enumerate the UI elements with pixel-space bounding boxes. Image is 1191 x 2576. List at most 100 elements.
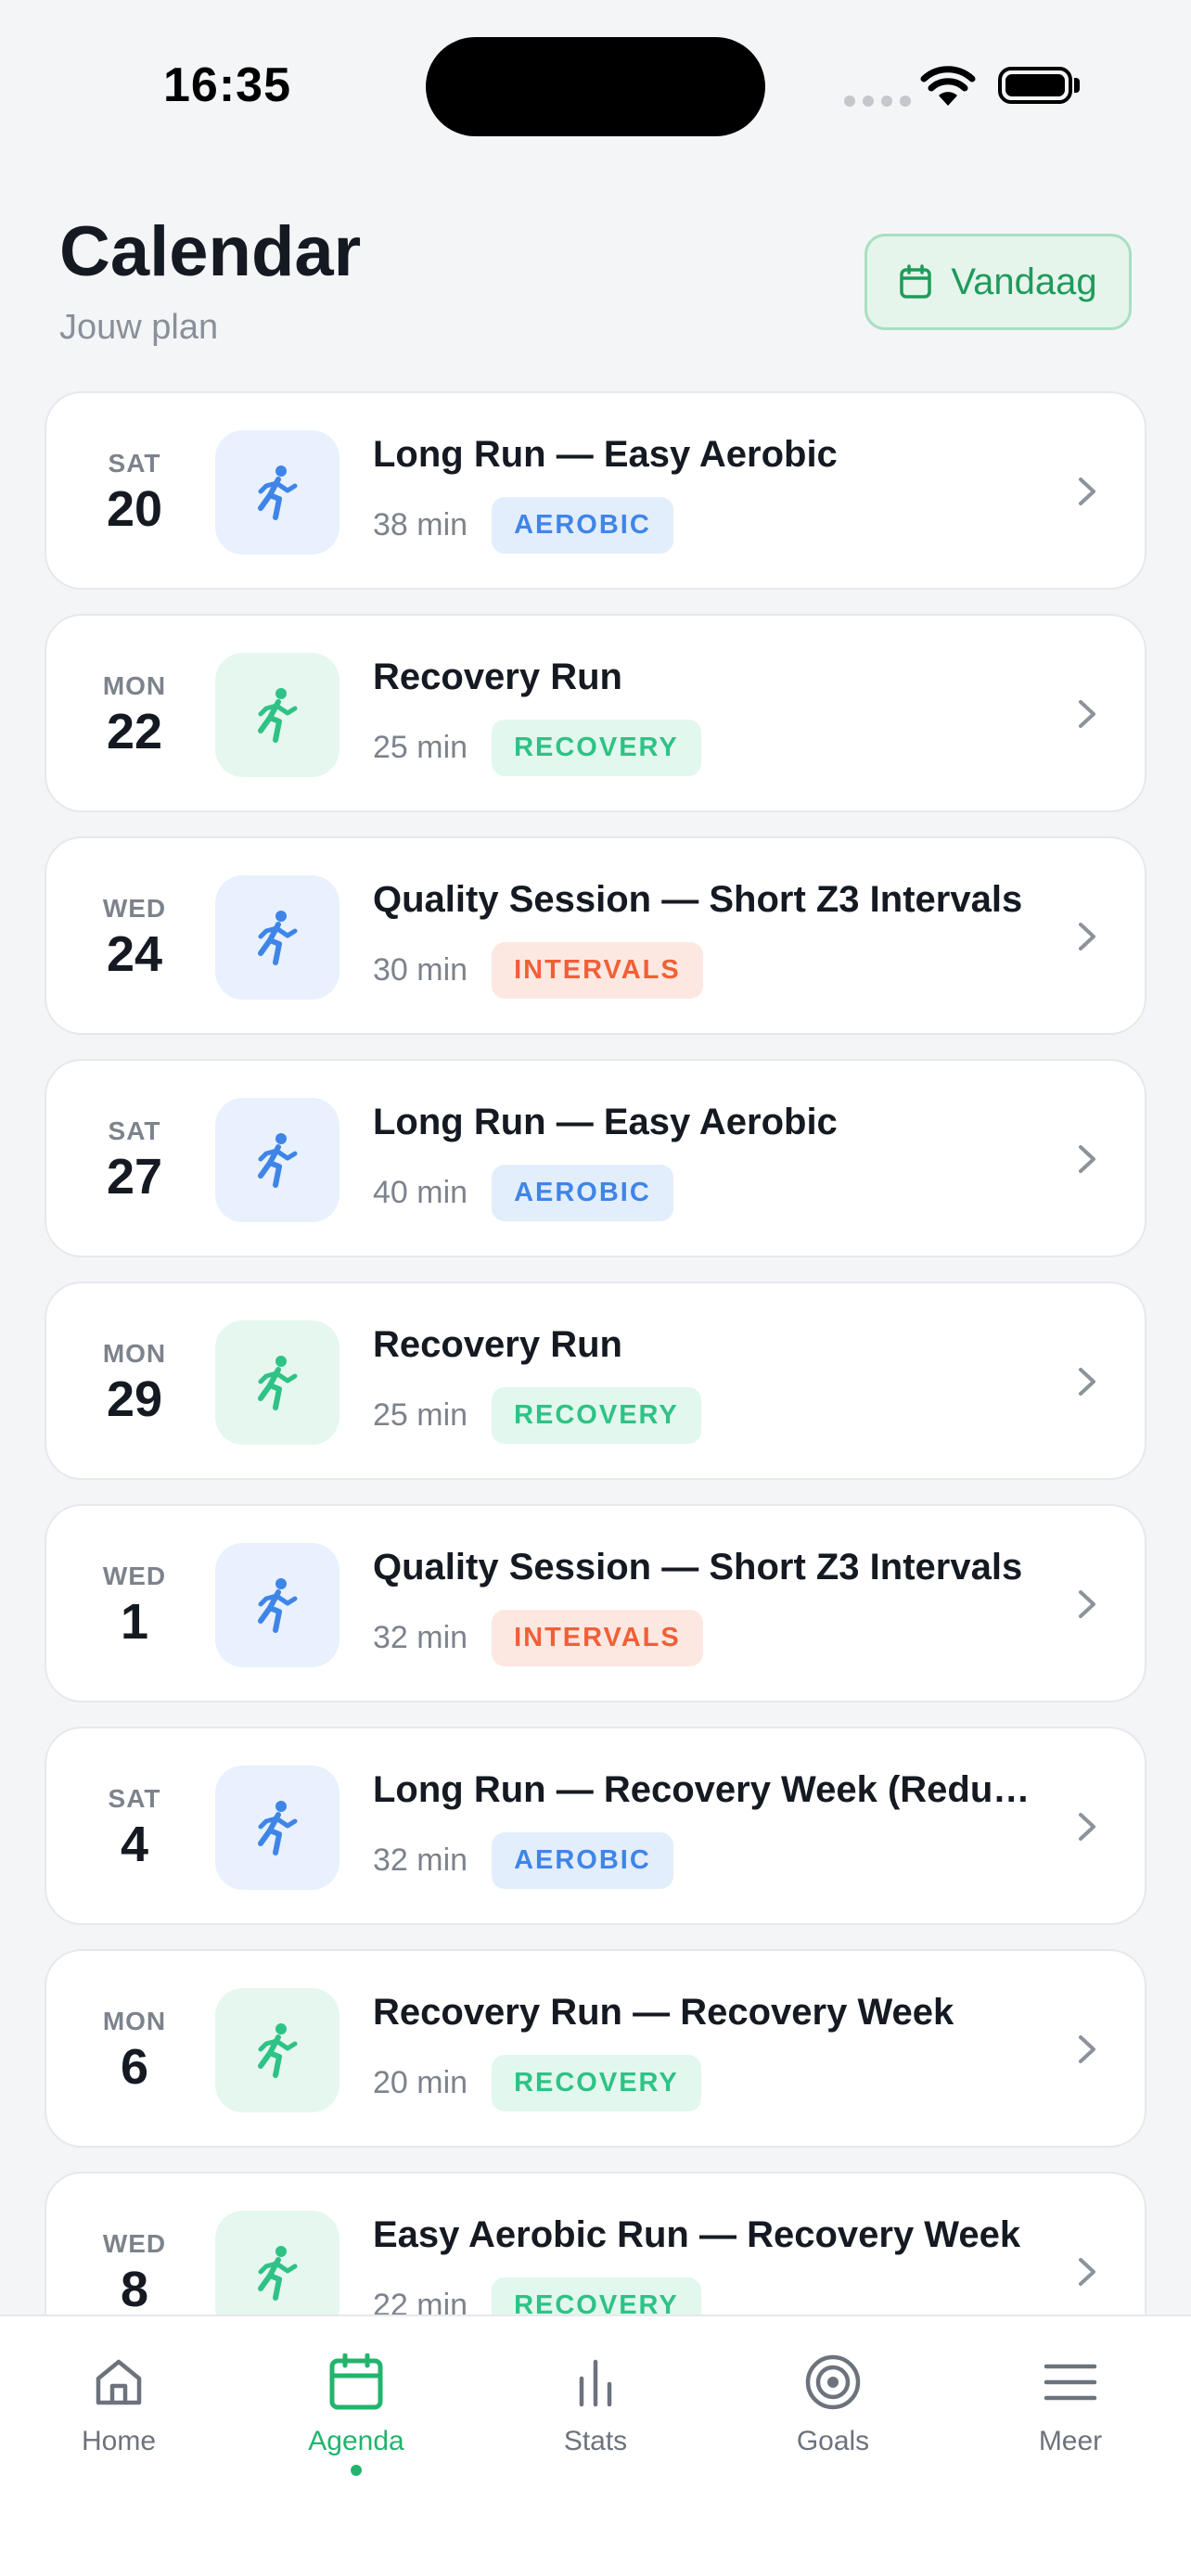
workout-type-icon [215, 1543, 339, 1667]
day-number: 6 [120, 2039, 149, 2095]
chevron-right-icon [1079, 1813, 1095, 1841]
chevron-right-icon [1079, 923, 1095, 950]
workout-meta: 40 min AEROBIC [373, 1165, 673, 1221]
workout-card[interactable]: SAT 4 Long Run — Recovery Week (Redu… 32… [45, 1727, 1146, 1925]
date-column: MON 6 [46, 1951, 223, 2146]
tab-label: Home [81, 2426, 157, 2456]
workout-type-icon [215, 875, 339, 1000]
runner-icon [258, 1356, 298, 1410]
weekday-label: WED [102, 894, 167, 923]
workout-title: Long Run — Easy Aerobic [373, 434, 838, 475]
workout-type-icon [215, 1320, 339, 1445]
workout-title: Long Run — Recovery Week (Redu… [373, 1769, 1031, 1810]
page-title: Calendar [59, 212, 362, 291]
workout-title: Quality Session — Short Z3 Intervals [373, 879, 1023, 920]
chevron-right-icon [1079, 700, 1095, 728]
workout-duration: 40 min [373, 1175, 468, 1210]
status-time: 16:35 [163, 58, 291, 112]
workout-meta: 32 min AEROBIC [373, 1832, 673, 1889]
weekday-label: MON [102, 2007, 167, 2035]
day-number: 8 [120, 2262, 149, 2317]
workout-duration: 38 min [373, 507, 468, 542]
runner-icon [258, 911, 298, 965]
wifi-icon [920, 66, 976, 106]
cellular-signal-icon [844, 96, 911, 107]
chevron-right-icon [1079, 2035, 1095, 2063]
workout-title: Recovery Run — Recovery Week [373, 1992, 954, 2033]
tab-goals[interactable]: Goals [749, 2350, 916, 2457]
status-bar: 16:35 [0, 0, 1191, 167]
date-column: WED 24 [46, 838, 223, 1033]
today-button[interactable]: Vandaag [864, 234, 1132, 330]
workout-card[interactable]: SAT 20 Long Run — Easy Aerobic 38 min AE… [45, 391, 1146, 590]
workout-type-icon [215, 1098, 339, 1222]
workout-card[interactable]: WED 24 Quality Session — Short Z3 Interv… [45, 836, 1146, 1035]
day-number: 29 [106, 1371, 163, 1427]
weekday-label: SAT [108, 1116, 161, 1145]
workout-card[interactable]: WED 1 Quality Session — Short Z3 Interva… [45, 1504, 1146, 1702]
date-column: MON 29 [46, 1283, 223, 1478]
battery-cap [1074, 78, 1080, 93]
day-number: 1 [120, 1594, 149, 1650]
chevron-right-icon [1079, 1368, 1095, 1396]
workout-tag-badge: AEROBIC [492, 1832, 673, 1889]
weekday-label: SAT [108, 1784, 161, 1813]
workout-title: Easy Aerobic Run — Recovery Week [373, 2214, 1021, 2255]
runner-icon [258, 465, 298, 520]
active-tab-indicator [351, 2465, 362, 2476]
battery-icon [998, 67, 1072, 104]
workout-meta: 25 min RECOVERY [373, 1387, 701, 1444]
weekday-label: MON [102, 671, 167, 700]
workout-card[interactable]: MON 29 Recovery Run 25 min RECOVERY [45, 1282, 1146, 1480]
workout-title: Long Run — Easy Aerobic [373, 1102, 838, 1142]
tab-label: Stats [563, 2426, 628, 2456]
chevron-right-icon [1079, 1145, 1095, 1173]
runner-icon [258, 1578, 298, 1633]
workout-meta: 32 min INTERVALS [373, 1610, 703, 1666]
workout-tag-badge: AEROBIC [492, 1165, 673, 1221]
tab-agenda[interactable]: Agenda [273, 2350, 440, 2476]
workout-card[interactable]: MON 22 Recovery Run 25 min RECOVERY [45, 614, 1146, 812]
day-number: 24 [106, 926, 163, 982]
workout-duration: 25 min [373, 730, 468, 765]
chevron-right-icon [1079, 1590, 1095, 1618]
chevron-right-icon [1079, 2258, 1095, 2286]
tab-stats[interactable]: Stats [512, 2350, 679, 2457]
runner-icon [258, 688, 298, 743]
workout-type-icon [215, 430, 339, 555]
calendar-icon [900, 264, 932, 299]
workout-tag-badge: INTERVALS [492, 1610, 703, 1666]
day-number: 22 [106, 704, 163, 759]
runner-icon [258, 1133, 298, 1188]
date-column: WED 1 [46, 1506, 223, 1701]
date-column: MON 22 [46, 616, 223, 810]
day-number: 4 [120, 1817, 149, 1872]
workout-tag-badge: AEROBIC [492, 497, 673, 554]
workout-type-icon [215, 1766, 339, 1890]
tab-home[interactable]: Home [35, 2350, 202, 2457]
home-icon [96, 2359, 142, 2405]
workout-meta: 25 min RECOVERY [373, 720, 701, 776]
workout-duration: 20 min [373, 2065, 468, 2100]
workout-list: SAT 20 Long Run — Easy Aerobic 38 min AE… [45, 391, 1146, 2394]
date-column: SAT 20 [46, 393, 223, 588]
weekday-label: WED [102, 2229, 167, 2258]
tab-label: Agenda [308, 2426, 404, 2456]
workout-tag-badge: INTERVALS [492, 942, 703, 999]
runner-icon [258, 2246, 298, 2301]
target-icon [805, 2354, 861, 2410]
today-button-label: Vandaag [951, 261, 1097, 302]
workout-tag-badge: RECOVERY [492, 2055, 701, 2111]
tab-bar: Home Agenda Stats Goals Meer [0, 2315, 1191, 2576]
tab-label: Meer [1038, 2426, 1103, 2456]
workout-meta: 20 min RECOVERY [373, 2055, 701, 2111]
workout-card[interactable]: MON 6 Recovery Run — Recovery Week 20 mi… [45, 1949, 1146, 2148]
workout-tag-badge: RECOVERY [492, 1387, 701, 1444]
workout-tag-badge: RECOVERY [492, 720, 701, 776]
page-subtitle: Jouw plan [59, 308, 219, 347]
tab-meer[interactable]: Meer [987, 2350, 1154, 2457]
workout-card[interactable]: SAT 27 Long Run — Easy Aerobic 40 min AE… [45, 1059, 1146, 1257]
workout-duration: 32 min [373, 1843, 468, 1878]
date-column: SAT 4 [46, 1728, 223, 1923]
runner-icon [258, 1801, 298, 1855]
